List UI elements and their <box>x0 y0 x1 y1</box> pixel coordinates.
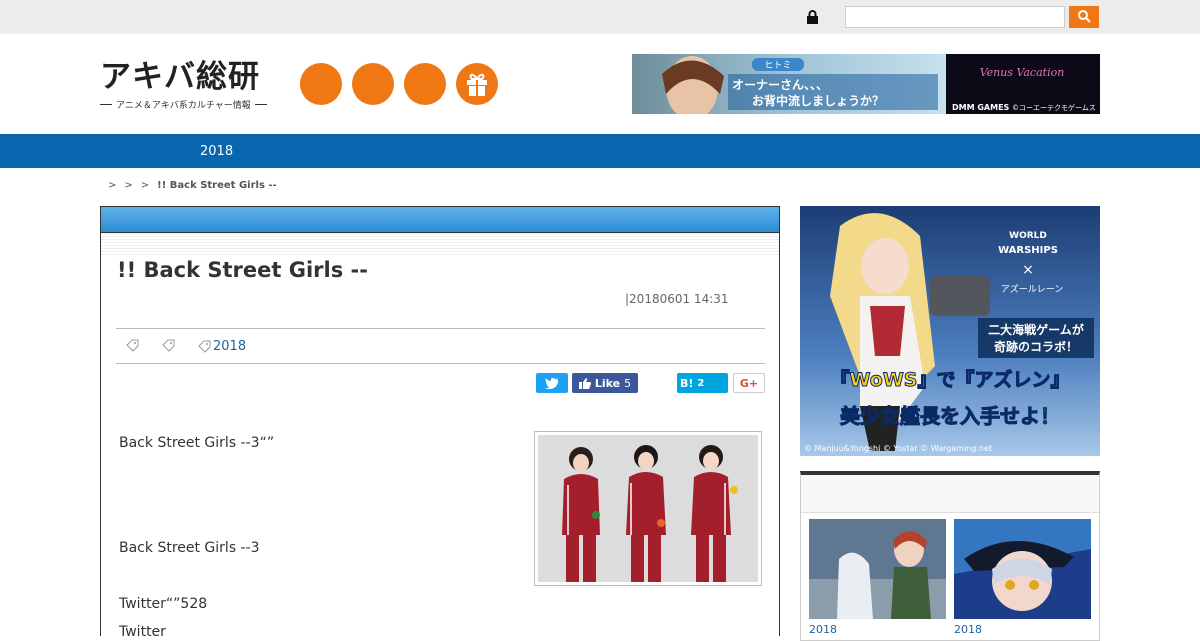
logo-tagline: アニメ＆アキバ系カルチャー情報 <box>100 98 280 111</box>
facebook-like-button[interactable]: Like 5 <box>572 373 638 393</box>
ad-headline-1: 『WoWS』で『アズレン』 <box>831 368 1070 391</box>
article-paragraph: Back Street Girls --3 <box>119 540 260 556</box>
ad-tagline-2: 奇跡のコラボ！ <box>994 339 1078 354</box>
ad-line-2: お背中流しましょうか？ <box>752 93 884 108</box>
google-plus-label: G+ <box>739 376 759 390</box>
tag-label: 2018 <box>213 339 247 354</box>
tag-row: 2018 <box>116 328 765 364</box>
tag-link[interactable] <box>162 339 177 352</box>
logo-text: アキバ総研 <box>100 59 260 95</box>
facebook-like-label: Like <box>594 376 621 390</box>
breadcrumb: > > > !! Back Street Girls -- <box>108 180 277 191</box>
ad-wows-logo-2: WARSHIPS <box>998 245 1058 256</box>
tag-icon <box>162 339 175 352</box>
article-paragraph: Twitter <box>119 624 166 636</box>
article-paragraph: Back Street Girls --3“” <box>119 435 275 451</box>
search-input[interactable] <box>845 6 1065 28</box>
article-photo[interactable] <box>534 431 762 586</box>
tag-link[interactable]: 2018 <box>198 339 246 354</box>
lock-icon[interactable] <box>806 10 819 24</box>
hatena-label: B! <box>680 376 694 390</box>
header-ad-banner[interactable]: ヒトミ オーナーさん、、、 お背中流しましょうか？ Venus Vacation… <box>632 54 1100 114</box>
twitter-icon <box>545 377 558 389</box>
social-button-1[interactable] <box>300 63 342 105</box>
ad-brand: DMM GAMES <box>952 103 1010 112</box>
article-header-bar <box>101 207 779 233</box>
ad-copyright: ©コーエーテクモゲームス <box>1012 103 1096 112</box>
page-title: !! Back Street Girls -- <box>117 258 368 282</box>
site-logo[interactable]: アキバ総研 アニメ＆アキバ系カルチャー情報 <box>100 58 280 112</box>
sidebar-thumb-1[interactable] <box>809 519 946 619</box>
ad-wows-logo-1: WORLD <box>1009 231 1047 241</box>
nav-item-2018[interactable]: 2018 <box>200 144 233 159</box>
article-header-stripe <box>101 233 779 255</box>
ad-cross: × <box>1022 262 1034 278</box>
ad-character-name: ヒトミ <box>764 60 791 71</box>
ad-game-logo: Venus Vacation <box>980 66 1065 79</box>
ad-collab-game: アズールレーン <box>1001 283 1064 295</box>
social-button-3[interactable] <box>404 63 446 105</box>
breadcrumb-separator: > <box>140 180 150 191</box>
article: !! Back Street Girls -- |20180601 14:31 … <box>100 206 780 636</box>
search-button[interactable] <box>1069 6 1099 28</box>
sidebar-box-title <box>801 475 1099 513</box>
hatena-bookmark-button[interactable]: B! 2 <box>677 373 728 393</box>
gift-icon <box>467 73 487 96</box>
sidebar-ad-banner[interactable]: WORLD WARSHIPS × アズールレーン 二大海戦ゲームが 奇跡のコラボ… <box>800 206 1100 456</box>
breadcrumb-current: !! Back Street Girls -- <box>157 180 277 191</box>
ad-line-1: オーナーさん、、、 <box>732 78 828 92</box>
tag-link[interactable] <box>126 339 141 352</box>
ad-headline-2: 美少女艦長を入手せよ！ <box>840 404 1060 428</box>
gift-button[interactable] <box>456 63 498 105</box>
search-icon <box>1078 9 1091 23</box>
group-photo <box>538 435 758 582</box>
thumbs-up-icon <box>578 377 591 389</box>
article-paragraph: Twitter“”528 <box>119 596 208 612</box>
google-plus-button[interactable]: G+ <box>733 373 765 393</box>
breadcrumb-separator: > <box>124 180 133 191</box>
tag-icon <box>126 339 139 352</box>
twitter-share-button[interactable] <box>536 373 568 393</box>
ad-copyright-side: © Manjuu&Yongshi © Yostar © Wargaming.ne… <box>804 444 992 453</box>
breadcrumb-separator: > <box>108 180 117 191</box>
social-button-2[interactable] <box>352 63 394 105</box>
top-bar <box>0 0 1200 34</box>
tag-icon <box>198 340 211 353</box>
main-nav: 2018 <box>0 134 1200 168</box>
sidebar-ranking-box: 2018 2018 <box>800 471 1100 641</box>
hatena-count: 2 <box>697 377 705 389</box>
facebook-like-count: 5 <box>624 376 632 390</box>
ad-tagline-1: 二大海戦ゲームが <box>988 322 1084 337</box>
sidebar-thumb-2[interactable] <box>954 519 1091 619</box>
logo-tagline-text: アニメ＆アキバ系カルチャー情報 <box>116 101 251 111</box>
article-date: |20180601 14:31 <box>625 292 729 306</box>
